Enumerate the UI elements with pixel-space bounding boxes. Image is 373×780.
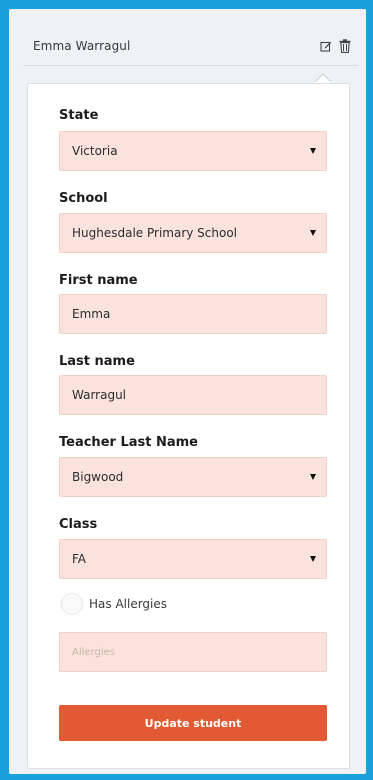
update-student-button[interactable]: Update student — [59, 705, 327, 741]
header-actions — [319, 39, 358, 53]
allergies-input[interactable]: Allergies — [59, 632, 327, 672]
teacher-last-name-select[interactable]: Bigwood — [59, 457, 327, 497]
school-label: School — [59, 191, 108, 206]
chevron-down-icon — [310, 230, 316, 236]
trash-icon[interactable] — [338, 39, 352, 53]
last-name-label: Last name — [59, 354, 135, 369]
chevron-down-icon — [310, 148, 316, 154]
teacher-last-name-label: Teacher Last Name — [59, 435, 198, 450]
chevron-down-icon — [310, 556, 316, 562]
popover-caret-inner — [315, 75, 331, 83]
school-select[interactable]: Hughesdale Primary School — [59, 213, 327, 253]
first-name-value: Emma — [72, 307, 111, 321]
first-name-input[interactable]: Emma — [59, 294, 327, 334]
class-label: Class — [59, 517, 98, 532]
last-name-input[interactable]: Warragul — [59, 375, 327, 415]
allergies-placeholder: Allergies — [72, 646, 115, 658]
chevron-down-icon — [310, 474, 316, 480]
state-label: State — [59, 108, 99, 123]
edit-icon[interactable] — [319, 39, 333, 53]
state-value: Victoria — [72, 144, 118, 158]
has-allergies-row: Has Allergies — [61, 593, 167, 615]
teacher-last-name-value: Bigwood — [72, 470, 124, 484]
last-name-value: Warragul — [72, 388, 127, 402]
class-value: FA — [72, 552, 87, 566]
has-allergies-checkbox[interactable] — [61, 593, 83, 615]
state-select[interactable]: Victoria — [59, 131, 327, 171]
student-name: Emma Warragul — [33, 39, 131, 53]
has-allergies-label: Has Allergies — [89, 597, 168, 611]
school-value: Hughesdale Primary School — [72, 226, 238, 240]
class-select[interactable]: FA — [59, 539, 327, 579]
first-name-label: First name — [59, 273, 138, 288]
student-header: Emma Warragul — [23, 27, 358, 66]
